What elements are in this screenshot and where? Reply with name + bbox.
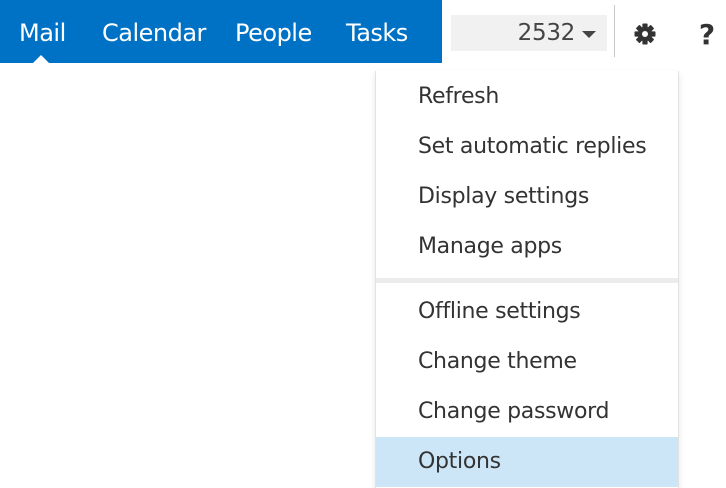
help-button[interactable]: ? bbox=[692, 13, 722, 55]
menu-item-set-automatic-replies[interactable]: Set automatic replies bbox=[376, 122, 678, 172]
top-nav-bar: Mail Calendar People Tasks bbox=[0, 0, 442, 63]
outlook-web-app: Mail Calendar People Tasks 2532 ? Refres… bbox=[0, 0, 726, 488]
gear-icon bbox=[634, 23, 656, 45]
menu-item-change-password[interactable]: Change password bbox=[376, 387, 678, 437]
chevron-down-icon bbox=[582, 31, 596, 38]
menu-separator bbox=[376, 278, 678, 283]
user-name: 2532 bbox=[517, 20, 576, 46]
nav-calendar[interactable]: Calendar bbox=[102, 0, 206, 63]
header-divider bbox=[614, 5, 615, 57]
menu-item-refresh[interactable]: Refresh bbox=[376, 72, 678, 122]
menu-item-display-settings[interactable]: Display settings bbox=[376, 172, 678, 222]
active-tab-indicator bbox=[33, 55, 49, 63]
user-account-button[interactable]: 2532 bbox=[451, 15, 607, 51]
nav-people[interactable]: People bbox=[235, 0, 312, 63]
settings-menu: Refresh Set automatic replies Display se… bbox=[375, 71, 679, 488]
settings-button[interactable] bbox=[630, 19, 660, 49]
menu-item-offline-settings[interactable]: Offline settings bbox=[376, 287, 678, 337]
nav-tasks[interactable]: Tasks bbox=[346, 0, 408, 63]
menu-item-change-theme[interactable]: Change theme bbox=[376, 337, 678, 387]
menu-item-manage-apps[interactable]: Manage apps bbox=[376, 222, 678, 272]
menu-item-options[interactable]: Options bbox=[376, 437, 678, 487]
nav-mail[interactable]: Mail bbox=[19, 0, 66, 63]
